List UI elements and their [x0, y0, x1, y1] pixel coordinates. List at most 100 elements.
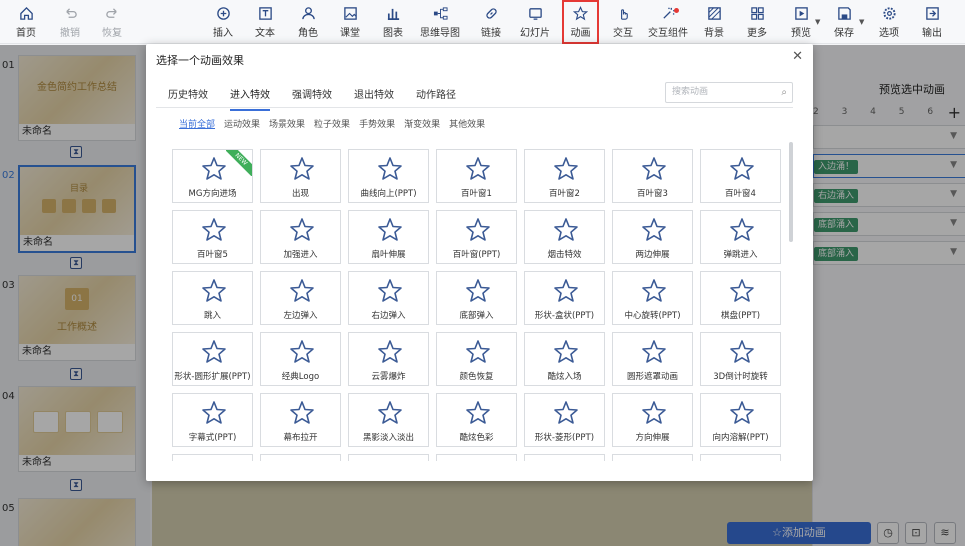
effect-star-icon: [552, 155, 580, 183]
effect-option[interactable]: 两边伸展: [612, 210, 693, 264]
effect-option[interactable]: 云雾爆炸: [348, 332, 429, 386]
effect-star-icon: [728, 338, 756, 366]
mindmap-button[interactable]: 思维导图: [418, 0, 462, 44]
effect-option[interactable]: 百叶窗5: [172, 210, 253, 264]
effect-label: 颜色恢复: [459, 372, 494, 382]
effect-option[interactable]: 3D倒计时旋转: [700, 332, 781, 386]
effect-star-icon: [464, 277, 492, 305]
effect-label: 形状-盒状(PPT): [534, 311, 595, 321]
effect-label: 酷炫色彩: [459, 433, 494, 443]
subtab-gesture[interactable]: 手势效果: [359, 117, 395, 130]
tabs-divider: [156, 107, 793, 108]
effect-option[interactable]: 曲线向上(PPT): [348, 149, 429, 203]
preview-button[interactable]: 预览: [787, 0, 815, 44]
effect-option[interactable]: 百叶窗2: [524, 149, 605, 203]
effect-option[interactable]: 酷炫色彩: [436, 393, 517, 447]
effect-label: 左边弹入: [283, 311, 318, 321]
link-button[interactable]: 链接: [477, 0, 505, 44]
search-icon[interactable]: ⌕: [781, 83, 787, 102]
effect-star-icon: [640, 277, 668, 305]
grid-scrollbar[interactable]: [789, 142, 793, 242]
subtab-scene[interactable]: 场景效果: [269, 117, 305, 130]
animation-effect-dialog: 选择一个动画效果 ✕ 历史特效 进入特效 强调特效 退出特效 动作路径 搜索动画…: [146, 44, 813, 481]
character-button[interactable]: 角色: [294, 0, 322, 44]
effect-option[interactable]: 圆形遮罩动画: [612, 332, 693, 386]
effect-option[interactable]: 中心旋转(PPT): [612, 271, 693, 325]
effect-option[interactable]: 跳入: [172, 271, 253, 325]
effect-option[interactable]: 棋盘(PPT): [700, 271, 781, 325]
background-button[interactable]: 背景: [700, 0, 728, 44]
effect-star-icon: [200, 155, 228, 183]
effect-option[interactable]: 百叶窗4: [700, 149, 781, 203]
redo-button[interactable]: 恢复: [98, 0, 126, 44]
home-button[interactable]: 首页: [12, 0, 40, 44]
effect-option[interactable]: 底部弹入: [436, 271, 517, 325]
save-dropdown-icon[interactable]: ▼: [859, 18, 864, 26]
interaction-button[interactable]: 交互: [609, 0, 637, 44]
effect-option[interactable]: 左边弹入: [260, 271, 341, 325]
effect-option[interactable]: 扇叶伸展: [348, 210, 429, 264]
effect-label: 方向伸展: [635, 433, 670, 443]
effect-option[interactable]: 形状-圆形扩展(PPT): [172, 332, 253, 386]
effect-option[interactable]: [348, 454, 429, 461]
text-button[interactable]: 文本: [251, 0, 279, 44]
chart-button[interactable]: 图表: [379, 0, 407, 44]
subtab-particle[interactable]: 粒子效果: [314, 117, 350, 130]
effect-option[interactable]: 颜色恢复: [436, 332, 517, 386]
search-placeholder: 搜索动画: [672, 87, 709, 97]
effect-option[interactable]: 烟击特效: [524, 210, 605, 264]
effect-label: 烟击特效: [547, 250, 582, 260]
search-input[interactable]: 搜索动画 ⌕: [665, 82, 793, 103]
effect-option[interactable]: 百叶窗(PPT): [436, 210, 517, 264]
effect-label: 加强进入: [283, 250, 318, 260]
subtab-other[interactable]: 其他效果: [449, 117, 485, 130]
effect-option[interactable]: [700, 454, 781, 461]
effect-option[interactable]: 字幕式(PPT): [172, 393, 253, 447]
insert-button[interactable]: 插入: [209, 0, 237, 44]
close-icon[interactable]: ✕: [792, 49, 803, 64]
slides-button[interactable]: 幻灯片: [518, 0, 552, 44]
effect-option[interactable]: 酷炫入场: [524, 332, 605, 386]
effect-star-icon: [464, 338, 492, 366]
more-button[interactable]: 更多: [743, 0, 771, 44]
effect-star-icon: [552, 216, 580, 244]
effect-option[interactable]: [612, 454, 693, 461]
effect-label: 形状-菱形(PPT): [534, 433, 595, 443]
effect-option[interactable]: 百叶窗3: [612, 149, 693, 203]
effect-option[interactable]: 出现: [260, 149, 341, 203]
effect-option[interactable]: 形状-菱形(PPT): [524, 393, 605, 447]
effect-option[interactable]: [260, 454, 341, 461]
effect-option[interactable]: 弹跳进入: [700, 210, 781, 264]
effect-label: 酷炫入场: [547, 372, 582, 382]
effect-option[interactable]: 加强进入: [260, 210, 341, 264]
effect-option[interactable]: 幕布拉开: [260, 393, 341, 447]
preview-dropdown-icon[interactable]: ▼: [815, 18, 820, 26]
effect-option[interactable]: [524, 454, 605, 461]
classroom-button[interactable]: 课堂: [336, 0, 364, 44]
subtab-motion[interactable]: 运动效果: [224, 117, 260, 130]
effect-option[interactable]: 右边弹入: [348, 271, 429, 325]
image-icon: [342, 5, 358, 21]
save-button[interactable]: 保存: [830, 0, 858, 44]
effect-label: MG方向进场: [188, 189, 237, 199]
effect-option[interactable]: 百叶窗1: [436, 149, 517, 203]
effect-option[interactable]: 经典Logo: [260, 332, 341, 386]
effect-option[interactable]: [436, 454, 517, 461]
animation-button[interactable]: 动画: [562, 0, 599, 44]
effect-label: 底部弹入: [459, 311, 494, 321]
text-icon: [257, 5, 273, 21]
effect-option[interactable]: MG方向进场 NEW: [172, 149, 253, 203]
effect-option[interactable]: 黑影淡入淡出: [348, 393, 429, 447]
effect-option[interactable]: 向内溶解(PPT): [700, 393, 781, 447]
options-button[interactable]: 选项: [875, 0, 903, 44]
export-button[interactable]: 输出: [918, 0, 946, 44]
effect-option[interactable]: 方向伸展: [612, 393, 693, 447]
effect-option[interactable]: 形状-盒状(PPT): [524, 271, 605, 325]
interactive-components-button[interactable]: 交互组件: [648, 0, 688, 44]
grid-icon: [749, 5, 765, 21]
effect-subtabs: 当前全部 运动效果 场景效果 粒子效果 手势效果 渐变效果 其他效果: [179, 117, 494, 130]
effect-option[interactable]: [172, 454, 253, 461]
undo-button[interactable]: 撤销: [56, 0, 84, 44]
subtab-gradient[interactable]: 渐变效果: [404, 117, 440, 130]
subtab-all[interactable]: 当前全部: [179, 117, 215, 130]
